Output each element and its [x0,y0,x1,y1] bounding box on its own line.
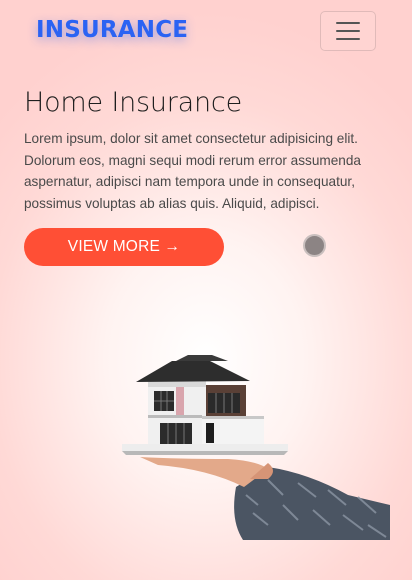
hero-description: Lorem ipsum, dolor sit amet consectetur … [24,131,361,211]
hamburger-menu-icon [336,22,360,24]
hamburger-menu-icon-line [336,38,360,40]
house-on-hand-image [122,355,390,540]
slider-dot[interactable] [303,234,326,257]
hamburger-menu-icon-line [336,30,360,32]
view-more-button[interactable]: VIEW MORE → [24,228,224,266]
brand-logo[interactable]: INSURANCE [36,17,188,43]
hero-title: Home Insurance [24,87,242,118]
navbar: INSURANCE [0,0,412,64]
menu-toggle-button[interactable] [320,11,376,51]
